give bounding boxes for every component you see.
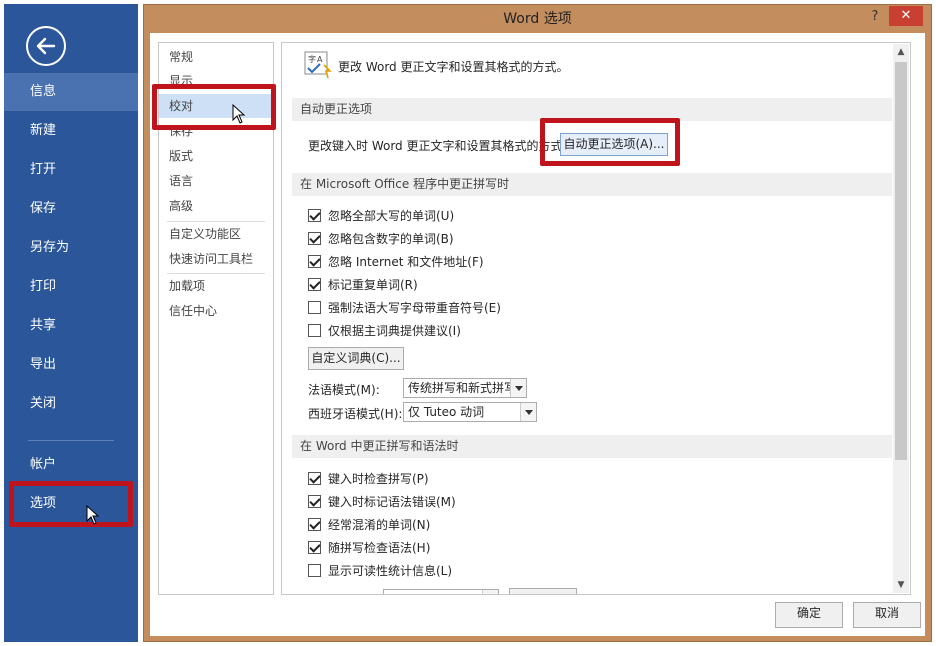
screenshot-root: 信息 新建 打开 保存 另存为 打印 共享 导出 关闭 帐户 选项 Word 选… [0,0,936,646]
spanish-modes-select[interactable]: 仅 Tuteo 动词 [403,402,537,422]
spanish-modes-label: 西班牙语模式(H): [308,407,403,421]
checkbox-flag-repeated[interactable]: 标记重复单词(R) [308,275,418,295]
checkbox[interactable] [308,495,321,508]
checkbox[interactable] [308,564,321,577]
backstage-item-export[interactable]: 导出 [4,346,138,384]
checkbox-check-spelling[interactable]: 键入时检查拼写(P) [308,469,429,489]
backstage-item-open[interactable]: 打开 [4,151,138,189]
backstage-item-save-as[interactable]: 另存为 [4,229,138,267]
svg-text:字: 字 [308,54,316,64]
highlight-autocorrect-button [540,118,680,166]
abc-check-icon: 字 A [304,51,332,79]
checkbox[interactable] [308,232,321,245]
backstage-item-share[interactable]: 共享 [4,307,138,345]
dialog-title: Word 选项 [503,11,572,27]
back-arrow-icon [36,37,56,55]
ok-button[interactable]: 确定 [775,602,843,628]
checkbox-confused-words[interactable]: 经常混淆的单词(N) [308,515,430,535]
nav-item-general[interactable]: 常规 [159,45,273,69]
autocorrect-label: 更改键入时 Word 更正文字和设置其格式的方式： [308,139,575,153]
checkbox-main-dictionary[interactable]: 仅根据主词典提供建议(I) [308,321,461,341]
nav-item-customize-ribbon[interactable]: 自定义功能区 [159,222,273,246]
nav-item-language[interactable]: 语言 [159,169,273,193]
checkbox[interactable] [308,301,321,314]
backstage-item-save[interactable]: 保存 [4,190,138,228]
mouse-cursor-icon [232,104,246,124]
checkbox-french-accent[interactable]: 强制法语大写字母带重音符号(E) [308,298,501,318]
nav-item-layout[interactable]: 版式 [159,144,273,168]
nav-item-trust-center[interactable]: 信任中心 [159,299,273,323]
back-arrow-button[interactable] [26,26,66,66]
french-modes-label: 法语模式(M): [308,383,380,397]
writing-style-select[interactable] [383,589,499,594]
backstage-item-close[interactable]: 关闭 [4,385,138,423]
backstage-item-account[interactable]: 帐户 [4,446,138,484]
close-button[interactable]: ✕ [889,6,923,26]
checkbox[interactable] [308,324,321,337]
highlight-options [9,481,133,527]
checkbox-ignore-internet[interactable]: 忽略 Internet 和文件地址(F) [308,252,484,272]
highlight-proofing [152,84,276,130]
checkbox[interactable] [308,209,321,222]
checkbox[interactable] [308,541,321,554]
checkbox[interactable] [308,518,321,531]
help-button[interactable]: ? [863,7,887,27]
checkbox-mark-grammar[interactable]: 键入时标记语法错误(M) [308,492,456,512]
cancel-button[interactable]: 取消 [853,602,921,628]
nav-item-advanced[interactable]: 高级 [159,194,273,218]
checkbox[interactable] [308,472,321,485]
svg-text:A: A [317,55,323,64]
backstage-item-new[interactable]: 新建 [4,112,138,150]
scroll-down-icon[interactable]: ▼ [893,577,909,593]
custom-dictionaries-button[interactable]: 自定义词典(C)... [308,347,404,370]
vertical-scrollbar[interactable]: ▲ ▼ [893,44,909,593]
section-header-office-spelling: 在 Microsoft Office 程序中更正拼写时 [292,173,892,196]
section-header-word-spelling: 在 Word 中更正拼写和语法时 [292,435,892,458]
proofing-intro-text: 更改 Word 更正文字和设置其格式的方式。 [338,60,569,74]
backstage-item-print[interactable]: 打印 [4,268,138,306]
checkbox[interactable] [308,255,321,268]
backstage-sidebar: 信息 新建 打开 保存 另存为 打印 共享 导出 关闭 帐户 选项 [4,4,138,642]
french-modes-select[interactable]: 传统拼写和新式拼写 [403,378,527,398]
chevron-down-icon[interactable] [510,379,526,397]
mouse-cursor-icon [86,505,100,525]
checkbox[interactable] [308,278,321,291]
backstage-item-info[interactable]: 信息 [4,73,138,111]
nav-item-quick-access-toolbar[interactable]: 快速访问工具栏 [159,247,273,271]
nav-item-add-ins[interactable]: 加载项 [159,274,273,298]
backstage-divider [28,440,114,441]
checkbox-ignore-uppercase[interactable]: 忽略全部大写的单词(U) [308,206,454,226]
checkbox-grammar-with-spelling[interactable]: 随拼写检查语法(H) [308,538,430,558]
checkbox-readability-stats[interactable]: 显示可读性统计信息(L) [308,561,452,581]
scroll-thumb[interactable] [895,62,907,460]
chevron-down-icon[interactable] [482,590,498,594]
chevron-down-icon[interactable] [520,403,536,421]
settings-button[interactable] [509,588,577,594]
checkbox-ignore-numbers[interactable]: 忽略包含数字的单词(B) [308,229,454,249]
scroll-up-icon[interactable]: ▲ [893,44,909,60]
